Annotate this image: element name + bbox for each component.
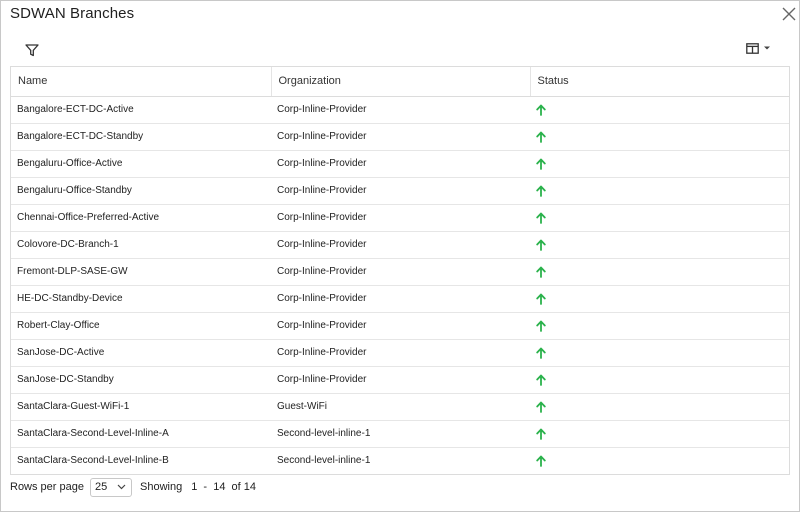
- branch-name-cell: SanJose-DC-Active: [11, 339, 271, 367]
- arrow-up-icon: [536, 401, 546, 413]
- pagination-range: 1 - 14 of 14: [191, 481, 257, 493]
- organization-cell: Second-level-inline-1: [271, 420, 530, 448]
- arrow-up-icon: [536, 347, 546, 359]
- columns-icon: [746, 42, 759, 54]
- table-row[interactable]: SanJose-DC-Active Corp-Inline-Provider: [11, 339, 789, 367]
- status-cell: [530, 366, 789, 394]
- arrow-up-icon: [536, 239, 546, 251]
- dialog-title: SDWAN Branches: [10, 5, 135, 22]
- close-button[interactable]: [779, 5, 799, 23]
- status-cell: [530, 231, 789, 259]
- arrow-up-icon: [536, 185, 546, 197]
- arrow-up-icon: [536, 455, 546, 467]
- branch-name-cell: HE-DC-Standby-Device: [11, 285, 271, 313]
- table-row[interactable]: Bangalore-ECT-DC-Standby Corp-Inline-Prov…: [11, 123, 789, 151]
- status-cell: [530, 339, 789, 367]
- column-header-organization[interactable]: Organization: [271, 67, 531, 97]
- table-row[interactable]: Bengaluru-Office-Active Corp-Inline-Provi…: [11, 150, 789, 178]
- status-cell: [530, 447, 789, 474]
- organization-cell: Corp-Inline-Provider: [271, 285, 530, 313]
- status-cell: [530, 258, 789, 286]
- branch-name-cell: SantaClara-Second-Level-Inline-B: [17, 455, 169, 467]
- branch-name-cell: Robert-Clay-Office: [11, 312, 271, 340]
- branch-name-cell: SantaClara-Guest-WiFi-1: [11, 393, 271, 421]
- filter-icon: [25, 43, 39, 56]
- close-icon: [782, 7, 796, 21]
- branch-name-cell: Colovore-DC-Branch-1: [11, 231, 271, 259]
- branch-name-cell: Fremont-DLP-SASE-GW: [11, 258, 271, 286]
- caret-down-icon: [764, 46, 770, 50]
- rows-per-page-select[interactable]: 25: [90, 477, 132, 497]
- showing-label: Showing: [140, 481, 183, 493]
- table-row[interactable]: Bangalore-ECT-DC-Active Corp-Inline-Provi…: [11, 96, 789, 124]
- organization-cell: Corp-Inline-Provider: [271, 339, 530, 367]
- status-cell: [530, 312, 789, 340]
- organization-cell: Corp-Inline-Provider: [271, 258, 530, 286]
- branch-name-cell: SanJose-DC-Standby: [11, 366, 271, 394]
- arrow-up-icon: [536, 428, 546, 440]
- arrow-up-icon: [536, 131, 546, 143]
- table-body: Bangalore-ECT-DC-Active Corp-Inline-Provi…: [11, 96, 789, 474]
- branches-table: Name Organization Status Bangalore-ECT-D…: [10, 66, 790, 475]
- table-row[interactable]: SantaClara-Guest-WiFi-1 Guest-WiFi: [11, 393, 789, 421]
- table-row[interactable]: Colovore-DC-Branch-1 Corp-Inline-Provider: [11, 231, 789, 259]
- organization-cell: Corp-Inline-Provider: [271, 366, 530, 394]
- organization-cell: Corp-Inline-Provider: [271, 312, 530, 340]
- column-header-name[interactable]: Name: [11, 67, 272, 97]
- arrow-up-icon: [536, 293, 546, 305]
- table-row[interactable]: Bengaluru-Office-Standby Corp-Inline-Prov…: [11, 177, 789, 205]
- table-row[interactable]: SantaClara-Second-Level-Inline-A Second-l…: [11, 420, 789, 448]
- organization-cell: Corp-Inline-Provider: [271, 204, 530, 232]
- organization-cell: Guest-WiFi: [271, 393, 530, 421]
- arrow-up-icon: [536, 374, 546, 386]
- status-cell: [530, 177, 789, 205]
- table-row[interactable]: SantaClara-Second-Level-Inline-B Second-l…: [11, 447, 789, 474]
- table-row[interactable]: Chennai-Office-Preferred-Active Corp-Inli…: [11, 204, 789, 232]
- arrow-up-icon: [536, 212, 546, 224]
- status-cell: [530, 285, 789, 313]
- sdwan-branches-dialog: SDWAN Branches Name Organization Status: [0, 0, 800, 512]
- status-cell: [530, 204, 789, 232]
- table-row[interactable]: Robert-Clay-Office Corp-Inline-Provider: [11, 312, 789, 340]
- branch-name-cell: Bengaluru-Office-Active: [11, 150, 271, 178]
- table-row[interactable]: SanJose-DC-Standby Corp-Inline-Provider: [11, 366, 789, 394]
- arrow-up-icon: [536, 104, 546, 116]
- organization-cell: Corp-Inline-Provider: [271, 123, 530, 151]
- arrow-up-icon: [536, 158, 546, 170]
- branch-name-cell: Bangalore-ECT-DC-Active: [11, 96, 271, 124]
- status-cell: [530, 123, 789, 151]
- rows-per-page-value: 25: [95, 481, 108, 493]
- branch-name-cell: SantaClara-Second-Level-Inline-A: [11, 420, 271, 448]
- organization-cell: Corp-Inline-Provider: [271, 96, 530, 124]
- column-header-status[interactable]: Status: [530, 67, 789, 97]
- organization-cell: Corp-Inline-Provider: [271, 150, 530, 178]
- pagination-bar: Rows per page 25 Showing 1 - 14 of 14: [10, 477, 256, 497]
- column-settings-button[interactable]: [746, 39, 776, 57]
- table-header-row: Name Organization Status: [11, 67, 789, 97]
- filter-button[interactable]: [23, 41, 41, 59]
- organization-cell: Second-level-inline-1: [277, 455, 371, 467]
- chevron-down-icon: [117, 484, 126, 490]
- status-cell: [530, 96, 789, 124]
- table-row[interactable]: Fremont-DLP-SASE-GW Corp-Inline-Provider: [11, 258, 789, 286]
- arrow-up-icon: [536, 320, 546, 332]
- organization-cell: Corp-Inline-Provider: [271, 177, 530, 205]
- status-cell: [530, 150, 789, 178]
- status-cell: [530, 420, 789, 448]
- table-row[interactable]: HE-DC-Standby-Device Corp-Inline-Provider: [11, 285, 789, 313]
- branch-name-cell: Bengaluru-Office-Standby: [11, 177, 271, 205]
- organization-cell: Corp-Inline-Provider: [271, 231, 530, 259]
- branch-name-cell: Bangalore-ECT-DC-Standby: [11, 123, 271, 151]
- arrow-up-icon: [536, 266, 546, 278]
- status-cell: [530, 393, 789, 421]
- branch-name-cell: Chennai-Office-Preferred-Active: [11, 204, 271, 232]
- rows-per-page-label: Rows per page: [10, 481, 84, 493]
